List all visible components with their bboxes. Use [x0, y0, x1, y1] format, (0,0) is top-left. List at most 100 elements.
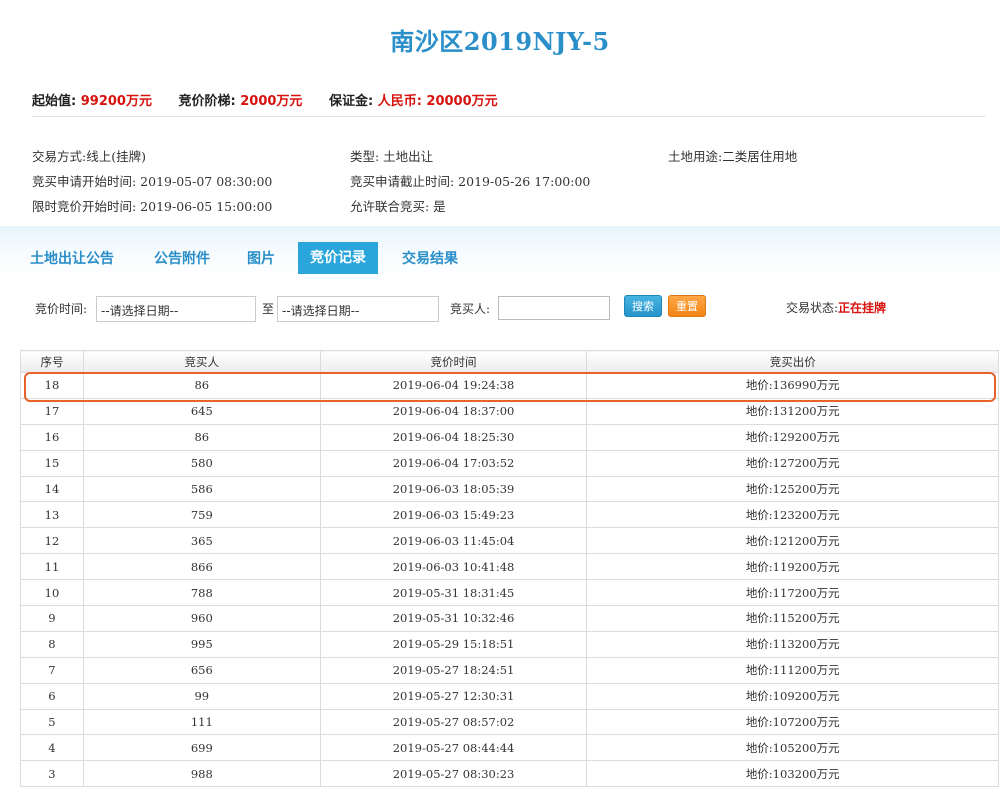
cell-seq: 4 [20, 734, 84, 762]
cell-bid-time: 2019-05-31 18:31:45 [319, 579, 588, 607]
cell-bid-price: 地价:115200万元 [586, 605, 999, 632]
header-bidder: 竞买人 [82, 350, 321, 373]
trade-mode: 交易方式:线上(挂牌) [32, 149, 146, 164]
table-row: 5 111 2019-05-27 08:57:02 地价:107200万元 [20, 708, 999, 736]
cell-bid-price: 地价:121200万元 [586, 527, 999, 555]
tab-bid-records[interactable]: 竞价记录 [298, 242, 378, 274]
cell-bid-price: 地价:123200万元 [586, 501, 999, 529]
cell-seq: 14 [20, 475, 84, 503]
cell-bid-time: 2019-05-31 10:32:46 [319, 605, 588, 632]
tab-images[interactable]: 图片 [247, 248, 275, 268]
bidder-input[interactable] [498, 296, 610, 320]
cell-seq: 11 [20, 553, 84, 581]
start-date-input[interactable]: --请选择日期-- [96, 296, 256, 322]
cell-bidder: 995 [82, 630, 321, 658]
bid-time-label: 竞价时间: [35, 302, 88, 316]
cell-bid-price: 地价:105200万元 [586, 734, 999, 762]
cell-bid-price: 地价:127200万元 [586, 449, 999, 477]
tab-bar [0, 226, 1000, 278]
deposit-label: 保证金: [328, 94, 374, 109]
cell-bid-time: 2019-05-27 08:30:23 [319, 760, 588, 788]
cell-bidder: 86 [82, 423, 321, 451]
deposit-value: 人民币: 20000万元 [377, 94, 498, 109]
table-row: 8 995 2019-05-29 15:18:51 地价:113200万元 [20, 630, 999, 658]
cell-seq: 18 [20, 372, 84, 399]
cell-seq: 9 [20, 605, 84, 632]
table-row: 14 586 2019-06-03 18:05:39 地价:125200万元 [20, 475, 999, 503]
reset-button[interactable]: 重置 [668, 295, 706, 317]
joint-bidding: 允许联合竞买: 是 [350, 199, 446, 214]
land-type: 类型: 土地出让 [350, 149, 434, 164]
table-header-row: 序号 竞买人 竞价时间 竞买出价 [20, 350, 999, 373]
trade-status-label: 交易状态: [786, 301, 839, 315]
cell-bid-time: 2019-06-04 18:25:30 [319, 423, 588, 451]
tab-trade-results[interactable]: 交易结果 [402, 248, 458, 268]
land-use: 土地用途:二类居住用地 [668, 149, 798, 164]
table-row: 18 86 2019-06-04 19:24:38 地价:136990万元 [20, 372, 999, 399]
bid-start-time: 限时竞价开始时间: 2019-06-05 15:00:00 [32, 199, 273, 214]
cell-bidder: 645 [82, 397, 321, 425]
table-row: 6 99 2019-05-27 12:30:31 地价:109200万元 [20, 682, 999, 710]
cell-bid-time: 2019-05-27 08:57:02 [319, 708, 588, 736]
cell-bid-time: 2019-06-03 18:05:39 [319, 475, 588, 503]
cell-bidder: 759 [82, 501, 321, 529]
bidder-label: 竞买人: [450, 302, 491, 316]
table-row: 15 580 2019-06-04 17:03:52 地价:127200万元 [20, 449, 999, 477]
bid-step-value: 2000万元 [240, 94, 303, 109]
cell-seq: 6 [20, 682, 84, 710]
cell-bid-price: 地价:103200万元 [586, 760, 999, 788]
table-row: 12 365 2019-06-03 11:45:04 地价:121200万元 [20, 527, 999, 555]
cell-bidder: 960 [82, 605, 321, 632]
cell-seq: 7 [20, 656, 84, 684]
cell-seq: 12 [20, 527, 84, 555]
table-row: 3 988 2019-05-27 08:30:23 地价:103200万元 [20, 760, 999, 788]
search-button[interactable]: 搜索 [624, 295, 662, 317]
header-seq: 序号 [20, 350, 84, 373]
cell-bidder: 86 [82, 372, 321, 399]
cell-bid-price: 地价:131200万元 [586, 397, 999, 425]
apply-start-time: 竞买申请开始时间: 2019-05-07 08:30:00 [32, 174, 273, 189]
header-bid-time: 竞价时间 [319, 350, 588, 373]
cell-bid-price: 地价:113200万元 [586, 630, 999, 658]
cell-seq: 13 [20, 501, 84, 529]
bid-records-table: 序号 竞买人 竞价时间 竞买出价 18 86 2019-06-04 19:24:38… [20, 350, 999, 788]
tab-attachments[interactable]: 公告附件 [154, 248, 210, 268]
bid-step-label: 竞价阶梯: [178, 94, 236, 109]
cell-bid-time: 2019-06-03 10:41:48 [319, 553, 588, 581]
trade-status: 交易状态:正在挂牌 [786, 299, 886, 316]
table-row: 10 788 2019-05-31 18:31:45 地价:117200万元 [20, 579, 999, 607]
cell-bid-price: 地价:136990万元 [586, 372, 999, 399]
cell-bidder: 365 [82, 527, 321, 555]
end-date-input[interactable]: --请选择日期-- [277, 296, 439, 322]
price-summary: 起始值: 99200万元 竞价阶梯: 2000万元 保证金: 人民币: 2000… [32, 90, 520, 109]
divider [32, 116, 986, 117]
cell-bidder: 788 [82, 579, 321, 607]
apply-end-time: 竞买申请截止时间: 2019-05-26 17:00:00 [350, 174, 591, 189]
cell-seq: 3 [20, 760, 84, 788]
cell-seq: 5 [20, 708, 84, 736]
cell-seq: 10 [20, 579, 84, 607]
tab-announcement[interactable]: 土地出让公告 [30, 248, 114, 268]
cell-bid-time: 2019-05-27 12:30:31 [319, 682, 588, 710]
cell-bidder: 580 [82, 449, 321, 477]
cell-bidder: 99 [82, 682, 321, 710]
table-row: 9 960 2019-05-31 10:32:46 地价:115200万元 [20, 605, 999, 632]
table-row: 11 866 2019-06-03 10:41:48 地价:119200万元 [20, 553, 999, 581]
cell-bidder: 988 [82, 760, 321, 788]
cell-bid-time: 2019-06-04 19:24:38 [319, 372, 588, 399]
start-price-label: 起始值: [32, 94, 77, 109]
cell-seq: 8 [20, 630, 84, 658]
cell-bid-time: 2019-05-27 18:24:51 [319, 656, 588, 684]
cell-bid-price: 地价:129200万元 [586, 423, 999, 451]
cell-seq: 15 [20, 449, 84, 477]
cell-bidder: 866 [82, 553, 321, 581]
cell-bid-time: 2019-06-04 18:37:00 [319, 397, 588, 425]
header-bid-price: 竞买出价 [586, 350, 999, 373]
table-row: 17 645 2019-06-04 18:37:00 地价:131200万元 [20, 397, 999, 425]
cell-seq: 16 [20, 423, 84, 451]
cell-bid-time: 2019-05-29 15:18:51 [319, 630, 588, 658]
cell-bid-price: 地价:107200万元 [586, 708, 999, 736]
cell-seq: 17 [20, 397, 84, 425]
table-row: 4 699 2019-05-27 08:44:44 地价:105200万元 [20, 734, 999, 762]
cell-bidder: 656 [82, 656, 321, 684]
